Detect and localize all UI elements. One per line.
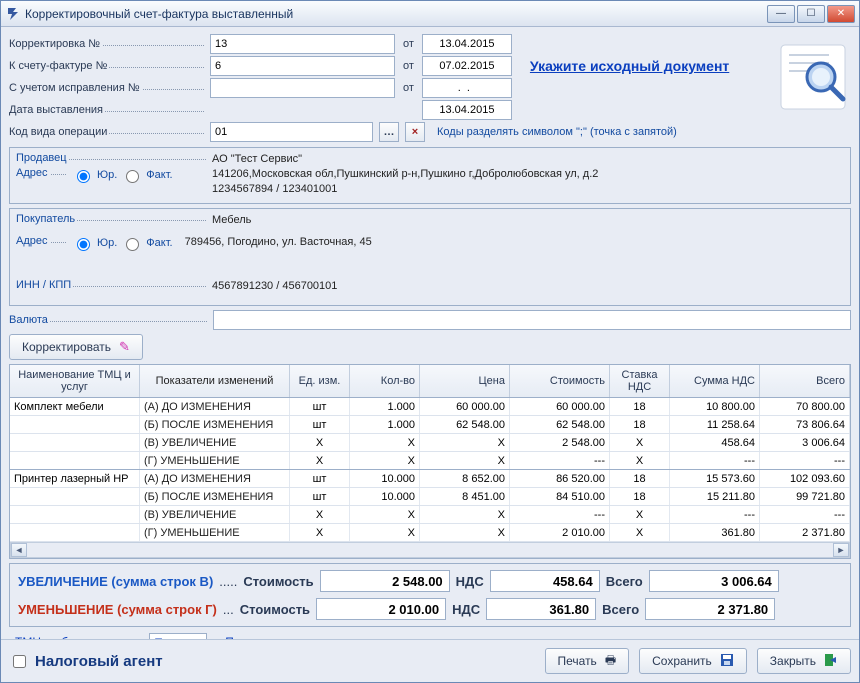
increase-total[interactable] bbox=[649, 570, 779, 592]
col-name[interactable]: Наименование ТМЦ и услуг bbox=[10, 365, 140, 397]
col-unit[interactable]: Ед. изм. bbox=[290, 365, 350, 397]
seller-fact-radio[interactable] bbox=[126, 170, 139, 183]
table-row[interactable]: (Г) УМЕНЬШЕНИЕXXX2 010.00X361.802 371.80 bbox=[10, 524, 850, 542]
pencil-icon: ✎ bbox=[119, 339, 130, 355]
table-row[interactable]: (В) УВЕЛИЧЕНИЕXXX---X------ bbox=[10, 506, 850, 524]
decrease-cost[interactable] bbox=[316, 598, 446, 620]
col-indicator[interactable]: Показатели изменений bbox=[140, 365, 290, 397]
footer: Налоговый агент Печать 🖶 Сохранить Закры… bbox=[1, 639, 859, 682]
header-form: Корректировка № от К счету-фактуре № от … bbox=[9, 33, 851, 143]
app-icon bbox=[5, 6, 21, 22]
buyer-fact-radio[interactable] bbox=[126, 238, 139, 251]
items-grid: Наименование ТМЦ и услуг Показатели изме… bbox=[9, 364, 851, 559]
grid-body[interactable]: Комплект мебели(А) ДО ИЗМЕНЕНИЯшт1.00060… bbox=[10, 398, 850, 542]
correction-no-input[interactable] bbox=[210, 34, 395, 54]
correct-button[interactable]: Корректировать ✎ bbox=[9, 334, 143, 360]
issue-date-input[interactable] bbox=[422, 100, 512, 120]
table-row[interactable]: (В) УВЕЛИЧЕНИЕXXX2 548.00X458.643 006.64 bbox=[10, 434, 850, 452]
currency-input[interactable] bbox=[213, 310, 851, 330]
table-row[interactable]: (Г) УМЕНЬШЕНИЕXXX---X------ bbox=[10, 452, 850, 470]
invoice-no-input[interactable] bbox=[210, 56, 395, 76]
save-icon bbox=[720, 653, 734, 670]
currency-label: Валюта bbox=[9, 314, 207, 326]
buyer-panel: Покупатель Мебель Адрес Юр. Факт. 789456… bbox=[9, 208, 851, 306]
issue-date-label: Дата выставления bbox=[9, 104, 204, 116]
titlebar: Корректировочный счет-фактура выставленн… bbox=[1, 1, 859, 27]
decrease-label: УМЕНЬШЕНИЕ (сумма строк Г) bbox=[18, 602, 217, 617]
col-vat[interactable]: Сумма НДС bbox=[670, 365, 760, 397]
code-lookup-button[interactable]: … bbox=[379, 122, 399, 142]
seller-inn: 1234567894 / 123401001 bbox=[212, 182, 844, 197]
minimize-button[interactable]: — bbox=[767, 5, 795, 23]
col-price[interactable]: Цена bbox=[420, 365, 510, 397]
fix-no-input[interactable] bbox=[210, 78, 395, 98]
bottom-tabs: ТМЦ, работы, услуги Подписи Проводки bbox=[9, 631, 851, 639]
invoice-no-label: К счету-фактуре № bbox=[9, 60, 204, 72]
col-rate[interactable]: Ставка НДС bbox=[610, 365, 670, 397]
app-window: Корректировочный счет-фактура выставленн… bbox=[0, 0, 860, 683]
buyer-address: 789456, Погодино, ул. Васточная, 45 bbox=[185, 235, 844, 250]
correction-date-input[interactable] bbox=[422, 34, 512, 54]
col-cost[interactable]: Стоимость bbox=[510, 365, 610, 397]
window-title: Корректировочный счет-фактура выставленн… bbox=[25, 7, 767, 21]
decrease-total[interactable] bbox=[645, 598, 775, 620]
table-row[interactable]: Комплект мебели(А) ДО ИЗМЕНЕНИЯшт1.00060… bbox=[10, 398, 850, 416]
invoice-date-input[interactable] bbox=[422, 56, 512, 76]
buyer-name: Мебель bbox=[212, 213, 844, 228]
close-window-button[interactable]: ✕ bbox=[827, 5, 855, 23]
col-total[interactable]: Всего bbox=[760, 365, 850, 397]
from-label-3: от bbox=[403, 82, 414, 94]
increase-cost[interactable] bbox=[320, 570, 450, 592]
code-hint: Коды разделять символом ";" (точка с зап… bbox=[437, 126, 677, 138]
increase-vat[interactable] bbox=[490, 570, 600, 592]
close-button[interactable]: Закрыть bbox=[757, 648, 851, 674]
seller-panel: Продавец АО "Тест Сервис" 141206,Московс… bbox=[9, 147, 851, 204]
operation-code-label: Код вида операции bbox=[9, 126, 204, 138]
print-button[interactable]: Печать 🖶 bbox=[545, 648, 630, 674]
buyer-label: Покупатель bbox=[16, 213, 206, 225]
seller-name: АО "Тест Сервис" bbox=[212, 152, 844, 167]
exit-icon bbox=[824, 653, 838, 670]
col-qty[interactable]: Кол-во bbox=[350, 365, 420, 397]
scroll-left-button[interactable]: ◄ bbox=[11, 543, 27, 557]
correction-no-label: Корректировка № bbox=[9, 38, 204, 50]
from-label-2: от bbox=[403, 60, 414, 72]
buyer-inn: 4567891230 / 456700101 bbox=[212, 279, 844, 294]
buyer-jur-radio[interactable] bbox=[77, 238, 90, 251]
fix-date-input[interactable] bbox=[422, 78, 512, 98]
table-row[interactable]: (Б) ПОСЛЕ ИЗМЕНЕНИЯшт10.0008 451.0084 51… bbox=[10, 488, 850, 506]
seller-label: Продавец bbox=[16, 152, 206, 164]
fix-no-label: С учетом исправления № bbox=[9, 82, 204, 94]
buyer-addr-label: Адрес bbox=[16, 235, 66, 247]
maximize-button[interactable]: ☐ bbox=[797, 5, 825, 23]
seller-addr-label: Адрес bbox=[16, 167, 66, 179]
operation-code-input[interactable] bbox=[210, 122, 373, 142]
seller-address: 141206,Московская обл,Пушкинский р-н,Пуш… bbox=[212, 167, 844, 182]
decrease-vat[interactable] bbox=[486, 598, 596, 620]
horizontal-scrollbar[interactable]: ◄ ► bbox=[10, 542, 850, 558]
tax-agent-checkbox[interactable]: Налоговый агент bbox=[9, 652, 163, 671]
seller-jur-radio[interactable] bbox=[77, 170, 90, 183]
scroll-right-button[interactable]: ► bbox=[833, 543, 849, 557]
table-row[interactable]: Принтер лазерный HP(А) ДО ИЗМЕНЕНИЯшт10.… bbox=[10, 470, 850, 488]
table-row[interactable]: (Б) ПОСЛЕ ИЗМЕНЕНИЯшт1.00062 548.0062 54… bbox=[10, 416, 850, 434]
buyer-inn-label: ИНН / КПП bbox=[16, 279, 206, 291]
source-document-link[interactable]: Укажите исходный документ bbox=[530, 58, 729, 74]
code-clear-button[interactable]: × bbox=[405, 122, 425, 142]
magnifier-icon bbox=[775, 39, 851, 115]
from-label-1: от bbox=[403, 38, 414, 50]
totals-panel: УВЕЛИЧЕНИЕ (сумма строк В) ..... Стоимос… bbox=[9, 563, 851, 627]
printer-icon: 🖶 bbox=[605, 651, 616, 672]
save-button[interactable]: Сохранить bbox=[639, 648, 747, 674]
increase-label: УВЕЛИЧЕНИЕ (сумма строк В) bbox=[18, 574, 213, 589]
